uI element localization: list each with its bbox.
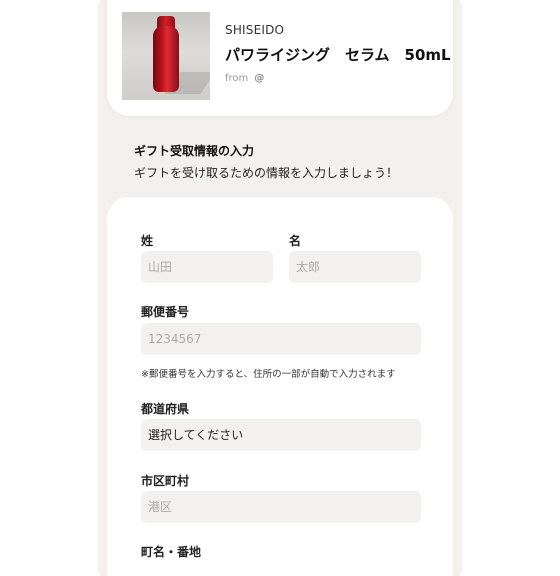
city-label: 市区町村 xyxy=(141,474,190,488)
section-header: ギフト受取情報の入力 ギフトを受け取るための情報を入力しましょう！ xyxy=(134,142,398,181)
product-image xyxy=(122,12,210,100)
first-name-label: 名 xyxy=(289,234,302,248)
from-label: from xyxy=(225,73,249,84)
city-input[interactable]: 港区 xyxy=(141,491,421,523)
product-card: SHISEIDO パワライジング セラム 50mL from @ xyxy=(107,0,453,116)
town-label: 町名・番地 xyxy=(141,545,202,559)
first-name-input[interactable]: 太郎 xyxy=(289,251,421,283)
last-name-label: 姓 xyxy=(141,234,154,248)
postal-code-input[interactable]: 1234567 xyxy=(141,323,421,355)
phone-screen: SHISEIDO パワライジング セラム 50mL from @ ギフト受取情報の… xyxy=(100,0,460,576)
serum-bottle xyxy=(153,26,179,92)
prefecture-label: 都道府県 xyxy=(141,402,190,416)
last-name-input[interactable]: 山田 xyxy=(141,251,273,283)
postal-code-label: 郵便番号 xyxy=(141,305,190,319)
section-title: ギフト受取情報の入力 xyxy=(134,144,255,158)
sender-handle: @ xyxy=(254,73,265,84)
from-row: from @ xyxy=(225,73,264,84)
product-brand: SHISEIDO xyxy=(225,23,285,37)
section-subtitle: ギフトを受け取るための情報を入力しましょう！ xyxy=(134,166,399,180)
prefecture-select[interactable]: 選択してください xyxy=(141,419,421,451)
postal-code-note: ※郵便番号を入力すると、住所の一部が自動で入力されます xyxy=(141,369,396,380)
product-name: パワライジング セラム 50mL xyxy=(225,46,451,64)
